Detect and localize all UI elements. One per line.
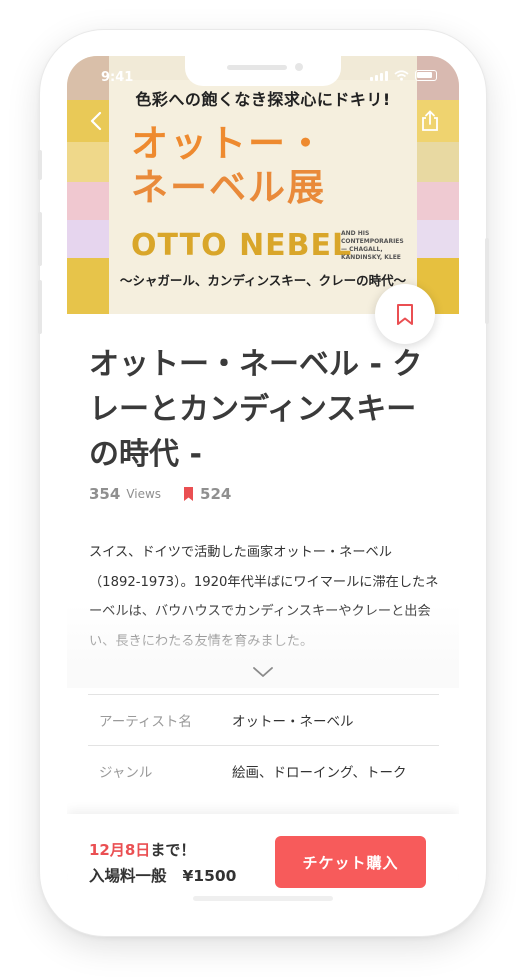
purchase-bar: 12月8日まで！ 入場料一般 ¥1500 チケット購入 xyxy=(67,814,459,908)
back-chevron-icon xyxy=(90,111,102,131)
banner-title-line1: オットー・ xyxy=(131,122,326,165)
banner-title-line2: ネーベル展 xyxy=(131,166,326,209)
front-camera xyxy=(295,63,303,71)
deadline-date: 12月8日 xyxy=(89,841,151,859)
expand-description-button[interactable] xyxy=(249,662,277,682)
status-icons xyxy=(370,70,437,81)
banner-title: オットー・ ネーベル展 xyxy=(131,122,326,210)
info-label: ジャンル xyxy=(99,765,153,781)
bookmark-icon xyxy=(397,303,413,325)
info-value: 絵画、ドローイング、トーク xyxy=(232,765,407,781)
signal-icon xyxy=(370,71,388,81)
info-value: オットー・ネーベル xyxy=(232,714,354,730)
banner-latin-title: OTTO NEBEL xyxy=(131,228,353,263)
share-button[interactable] xyxy=(415,106,445,136)
info-label: アーティスト名 xyxy=(99,714,192,730)
notch xyxy=(185,56,341,86)
app-screen: 色彩への飽くなき探求心にドキリ! オットー・ ネーベル展 OTTO NEBEL … xyxy=(67,56,459,908)
chevron-down-icon xyxy=(253,667,273,677)
bookmark-stat: 524 xyxy=(183,485,231,503)
buy-ticket-button[interactable]: チケット購入 xyxy=(275,836,426,888)
banner-small-text: AND HIS CONTEMPORARIES — CHAGALL, KANDIN… xyxy=(341,230,404,261)
bookmark-button[interactable] xyxy=(375,284,435,344)
event-banner: 色彩への飽くなき探求心にドキリ! オットー・ ネーベル展 OTTO NEBEL … xyxy=(67,56,459,314)
event-info-table: アーティスト名 オットー・ネーベル ジャンル 絵画、ドローイング、トーク xyxy=(88,694,439,796)
share-icon xyxy=(422,110,438,131)
price-label: 入場料一般 xyxy=(89,867,167,885)
event-title: オットー・ネーベル - クレーとカンディンスキーの時代 - xyxy=(89,347,423,472)
deadline-suffix: まで！ xyxy=(150,841,196,859)
ticket-price: 入場料一般 ¥1500 xyxy=(89,864,236,886)
ticket-deadline: 12月8日まで！ xyxy=(89,839,195,860)
phone-side-button xyxy=(485,238,489,324)
status-time: 9:41 xyxy=(101,70,134,85)
phone-side-button xyxy=(38,280,42,334)
battery-icon xyxy=(415,70,437,81)
bookmark-filled-icon xyxy=(184,487,194,501)
info-row-artist: アーティスト名 オットー・ネーベル xyxy=(88,694,439,745)
banner-subtitle: 〜シャガール、カンディンスキー、クレーの時代〜 xyxy=(119,273,407,288)
home-indicator xyxy=(193,896,333,901)
phone-side-button xyxy=(38,212,42,266)
banner-poster: 色彩への飽くなき探求心にドキリ! オットー・ ネーベル展 OTTO NEBEL … xyxy=(109,80,417,314)
wifi-icon xyxy=(394,70,409,81)
views-count: 354 xyxy=(89,485,121,503)
event-stats: 354 Views 524 xyxy=(89,485,231,503)
status-bar: 9:41 xyxy=(67,56,459,100)
speaker xyxy=(227,65,287,70)
bookmark-count: 524 xyxy=(200,485,232,503)
back-button[interactable] xyxy=(81,106,111,136)
views-label: Views xyxy=(126,487,162,501)
phone-side-button xyxy=(38,150,42,180)
price-value: ¥1500 xyxy=(182,867,237,885)
info-row-genre: ジャンル 絵画、ドローイング、トーク xyxy=(88,745,439,796)
